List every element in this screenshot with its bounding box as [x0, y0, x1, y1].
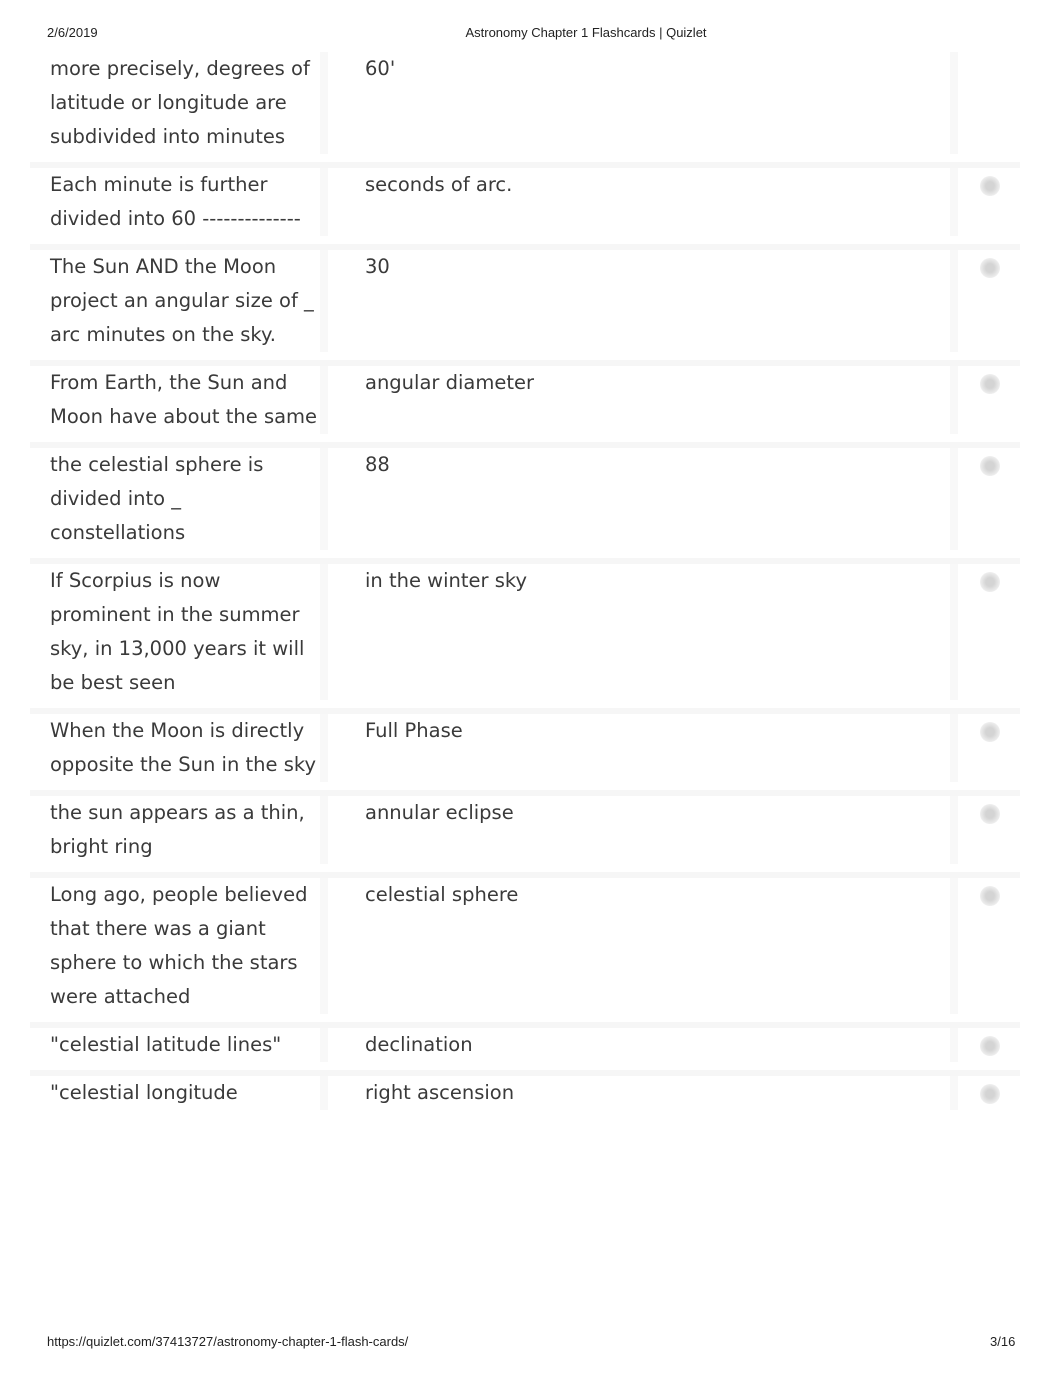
flashcard-list: more precisely, degrees of latitude or l… [30, 52, 1020, 1118]
card-definition: 88 [328, 448, 958, 550]
star-icon[interactable] [980, 258, 1000, 278]
card-action[interactable] [958, 168, 1020, 236]
star-icon[interactable] [980, 1084, 1000, 1104]
card-definition: celestial sphere [328, 878, 958, 1014]
card-action[interactable] [958, 1028, 1020, 1062]
flashcard-row: When the Moon is directly opposite the S… [30, 714, 1020, 796]
page-number: 3/16 [990, 1334, 1016, 1349]
card-definition: in the winter sky [328, 564, 958, 700]
flashcard-row: Long ago, people believed that there was… [30, 878, 1020, 1028]
card-term: the sun appears as a thin, bright ring [30, 796, 328, 864]
flashcard-row: If Scorpius is now prominent in the summ… [30, 564, 1020, 714]
card-definition: seconds of arc. [328, 168, 958, 236]
card-term: From Earth, the Sun and Moon have about … [30, 366, 328, 434]
star-icon[interactable] [980, 886, 1000, 906]
card-action[interactable] [958, 250, 1020, 352]
card-term: When the Moon is directly opposite the S… [30, 714, 328, 782]
flashcard-row: Each minute is further divided into 60 -… [30, 168, 1020, 250]
star-icon[interactable] [980, 804, 1000, 824]
page-url[interactable]: https://quizlet.com/37413727/astronomy-c… [47, 1334, 408, 1349]
star-icon[interactable] [980, 722, 1000, 742]
flashcard-row: "celestial latitude lines" declination [30, 1028, 1020, 1076]
star-icon[interactable] [980, 1036, 1000, 1056]
page-title: Astronomy Chapter 1 Flashcards | Quizlet [465, 25, 707, 40]
card-definition: 60' [328, 52, 958, 154]
card-definition: angular diameter [328, 366, 958, 434]
card-term: the celestial sphere is divided into _ c… [30, 448, 328, 550]
card-term: The Sun AND the Moon project an angular … [30, 250, 328, 352]
card-definition: declination [328, 1028, 958, 1062]
card-action[interactable] [958, 714, 1020, 782]
flashcard-row: more precisely, degrees of latitude or l… [30, 52, 1020, 168]
card-action[interactable] [958, 52, 1020, 154]
card-term: "celestial longitude [30, 1076, 328, 1110]
card-action[interactable] [958, 448, 1020, 550]
flashcard-row: "celestial longitude right ascension [30, 1076, 1020, 1118]
card-term: Each minute is further divided into 60 -… [30, 168, 328, 236]
card-definition: right ascension [328, 1076, 958, 1110]
flashcard-row: the sun appears as a thin, bright ring a… [30, 796, 1020, 878]
card-action[interactable] [958, 1076, 1020, 1110]
star-icon[interactable] [980, 572, 1000, 592]
flashcard-row: The Sun AND the Moon project an angular … [30, 250, 1020, 366]
page: 2/6/2019 Astronomy Chapter 1 Flashcards … [0, 0, 1062, 1377]
card-action[interactable] [958, 878, 1020, 1014]
card-term: more precisely, degrees of latitude or l… [30, 52, 328, 154]
card-term: If Scorpius is now prominent in the summ… [30, 564, 328, 700]
card-action[interactable] [958, 796, 1020, 864]
flashcard-row: the celestial sphere is divided into _ c… [30, 448, 1020, 564]
card-action[interactable] [958, 564, 1020, 700]
card-definition: annular eclipse [328, 796, 958, 864]
flashcard-row: From Earth, the Sun and Moon have about … [30, 366, 1020, 448]
card-definition: 30 [328, 250, 958, 352]
card-term: "celestial latitude lines" [30, 1028, 328, 1062]
star-icon[interactable] [980, 176, 1000, 196]
card-term: Long ago, people believed that there was… [30, 878, 328, 1014]
star-icon[interactable] [980, 456, 1000, 476]
star-icon[interactable] [980, 374, 1000, 394]
card-action[interactable] [958, 366, 1020, 434]
card-definition: Full Phase [328, 714, 958, 782]
